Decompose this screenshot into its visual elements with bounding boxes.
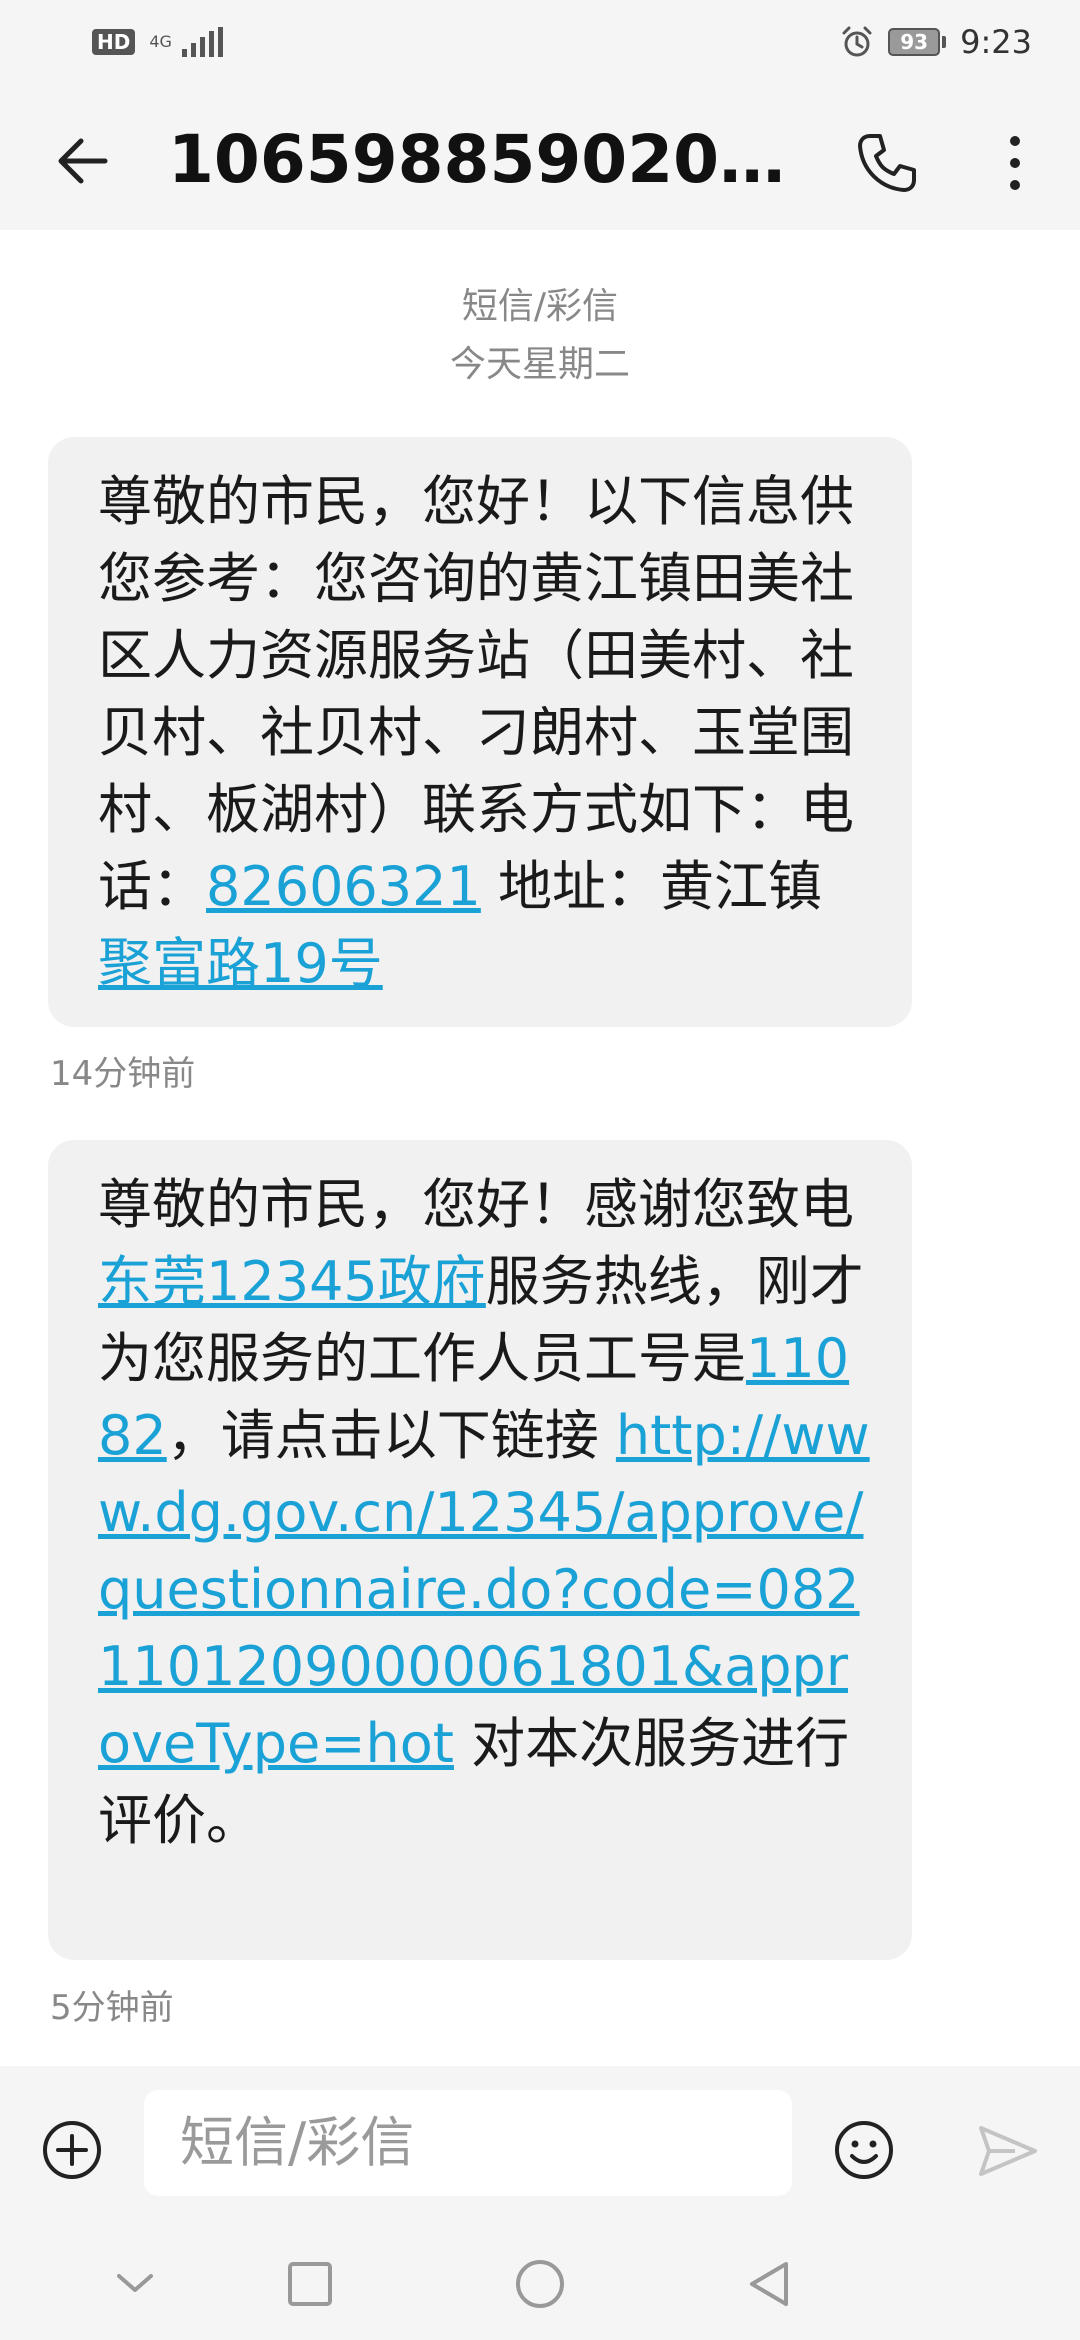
call-button[interactable] — [850, 126, 924, 200]
status-left: HD 4G — [92, 27, 223, 57]
send-icon — [979, 2126, 1037, 2176]
status-right: 93 9:23 — [840, 23, 1032, 61]
conversation-area[interactable]: 短信/彩信 今天星期二 尊敬的市民，您好！以下信息供您参考：您咨询的黄江镇田美社… — [0, 230, 1080, 2066]
network-type: 4G — [149, 32, 172, 51]
toolbar: 10659885902000... — [0, 84, 1080, 230]
navigation-bar — [0, 2226, 1080, 2340]
emoji-button[interactable] — [832, 2118, 896, 2182]
hotline-link[interactable]: 东莞12345政府 — [98, 1250, 486, 1313]
nav-home-button[interactable] — [510, 2254, 570, 2314]
address-link[interactable]: 聚富路19号 — [98, 932, 383, 995]
battery-icon: 93 — [888, 28, 947, 56]
smiley-icon — [835, 2121, 893, 2179]
message-bubble-1[interactable]: 尊敬的市民，您好！以下信息供您参考：您咨询的黄江镇田美社区人力资源服务站（田美村… — [48, 437, 912, 1027]
message-text: 地址：黄江镇 — [480, 855, 823, 918]
message-text: 尊敬的市民，您好！感谢您致电 — [98, 1173, 854, 1236]
nav-back-button[interactable] — [740, 2254, 800, 2314]
message-text: ，请点击以下链接 — [166, 1404, 616, 1467]
circle-icon — [516, 2260, 564, 2308]
message-time-2: 5分钟前 — [50, 1988, 174, 2028]
signal-icon — [181, 27, 223, 57]
clock: 9:23 — [960, 23, 1032, 61]
more-button[interactable] — [985, 126, 1045, 200]
more-vertical-icon — [1010, 136, 1020, 146]
message-type-label: 短信/彩信 — [461, 286, 619, 327]
battery-level: 93 — [888, 28, 941, 56]
hd-badge: HD — [92, 29, 136, 55]
compose-bar: 短信/彩信 — [0, 2066, 1080, 2226]
phone-icon — [858, 134, 916, 192]
plus-circle-icon — [43, 2121, 101, 2179]
alarm-icon — [842, 26, 872, 57]
phone-link[interactable]: 82606321 — [206, 855, 481, 918]
nav-recent-button[interactable] — [280, 2254, 340, 2314]
triangle-back-icon — [750, 2262, 788, 2306]
chevron-down-icon — [117, 2274, 153, 2292]
back-button[interactable] — [48, 126, 118, 196]
conversation-header: 短信/彩信 今天星期二 — [0, 230, 1080, 394]
arrow-left-icon — [58, 138, 108, 184]
conversation-title: 10659885902000... — [168, 121, 788, 198]
nav-hide-button[interactable] — [105, 2254, 165, 2314]
add-attachment-button[interactable] — [40, 2118, 104, 2182]
square-icon — [288, 2262, 332, 2306]
message-bubble-2[interactable]: 尊敬的市民，您好！感谢您致电东莞12345政府服务热线，刚才为您服务的工作人员工… — [48, 1140, 912, 1960]
message-input[interactable]: 短信/彩信 — [144, 2090, 792, 2196]
message-time-1: 14分钟前 — [50, 1054, 196, 1094]
date-label: 今天星期二 — [449, 344, 630, 385]
send-button[interactable] — [975, 2118, 1041, 2184]
message-text: 尊敬的市民，您好！以下信息供您参考：您咨询的黄江镇田美社区人力资源服务站（田美村… — [98, 470, 854, 918]
status-bar: HD 4G 93 9:23 — [0, 0, 1080, 84]
